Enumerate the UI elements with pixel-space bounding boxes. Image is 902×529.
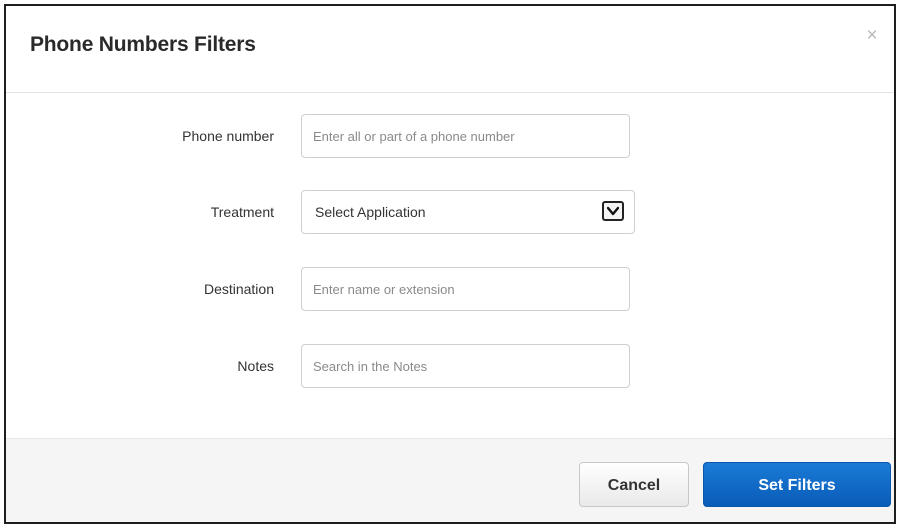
close-icon[interactable]: × [862,26,882,46]
cancel-button[interactable]: Cancel [579,462,689,507]
treatment-selected-value: Select Application [315,204,426,220]
phone-number-label: Phone number [182,128,274,144]
notes-input[interactable] [301,344,630,388]
phone-number-row: Phone number [6,114,894,158]
dialog-title: Phone Numbers Filters [30,33,256,56]
destination-input[interactable] [301,267,630,311]
treatment-select[interactable]: Select Application [301,190,635,234]
notes-row: Notes [6,344,894,388]
notes-label: Notes [237,358,274,374]
phone-number-input[interactable] [301,114,630,158]
treatment-row: Treatment Select Application [6,190,894,234]
dialog-footer: Cancel Set Filters [6,438,894,522]
destination-label: Destination [203,281,274,297]
set-filters-button[interactable]: Set Filters [703,462,891,507]
destination-row: Destination [6,267,894,311]
dialog-header: Phone Numbers Filters × [6,6,894,93]
treatment-label: Treatment [210,204,274,220]
phone-numbers-filters-dialog: Phone Numbers Filters × Phone number Tre… [4,4,896,524]
chevron-down-icon[interactable] [602,201,624,221]
